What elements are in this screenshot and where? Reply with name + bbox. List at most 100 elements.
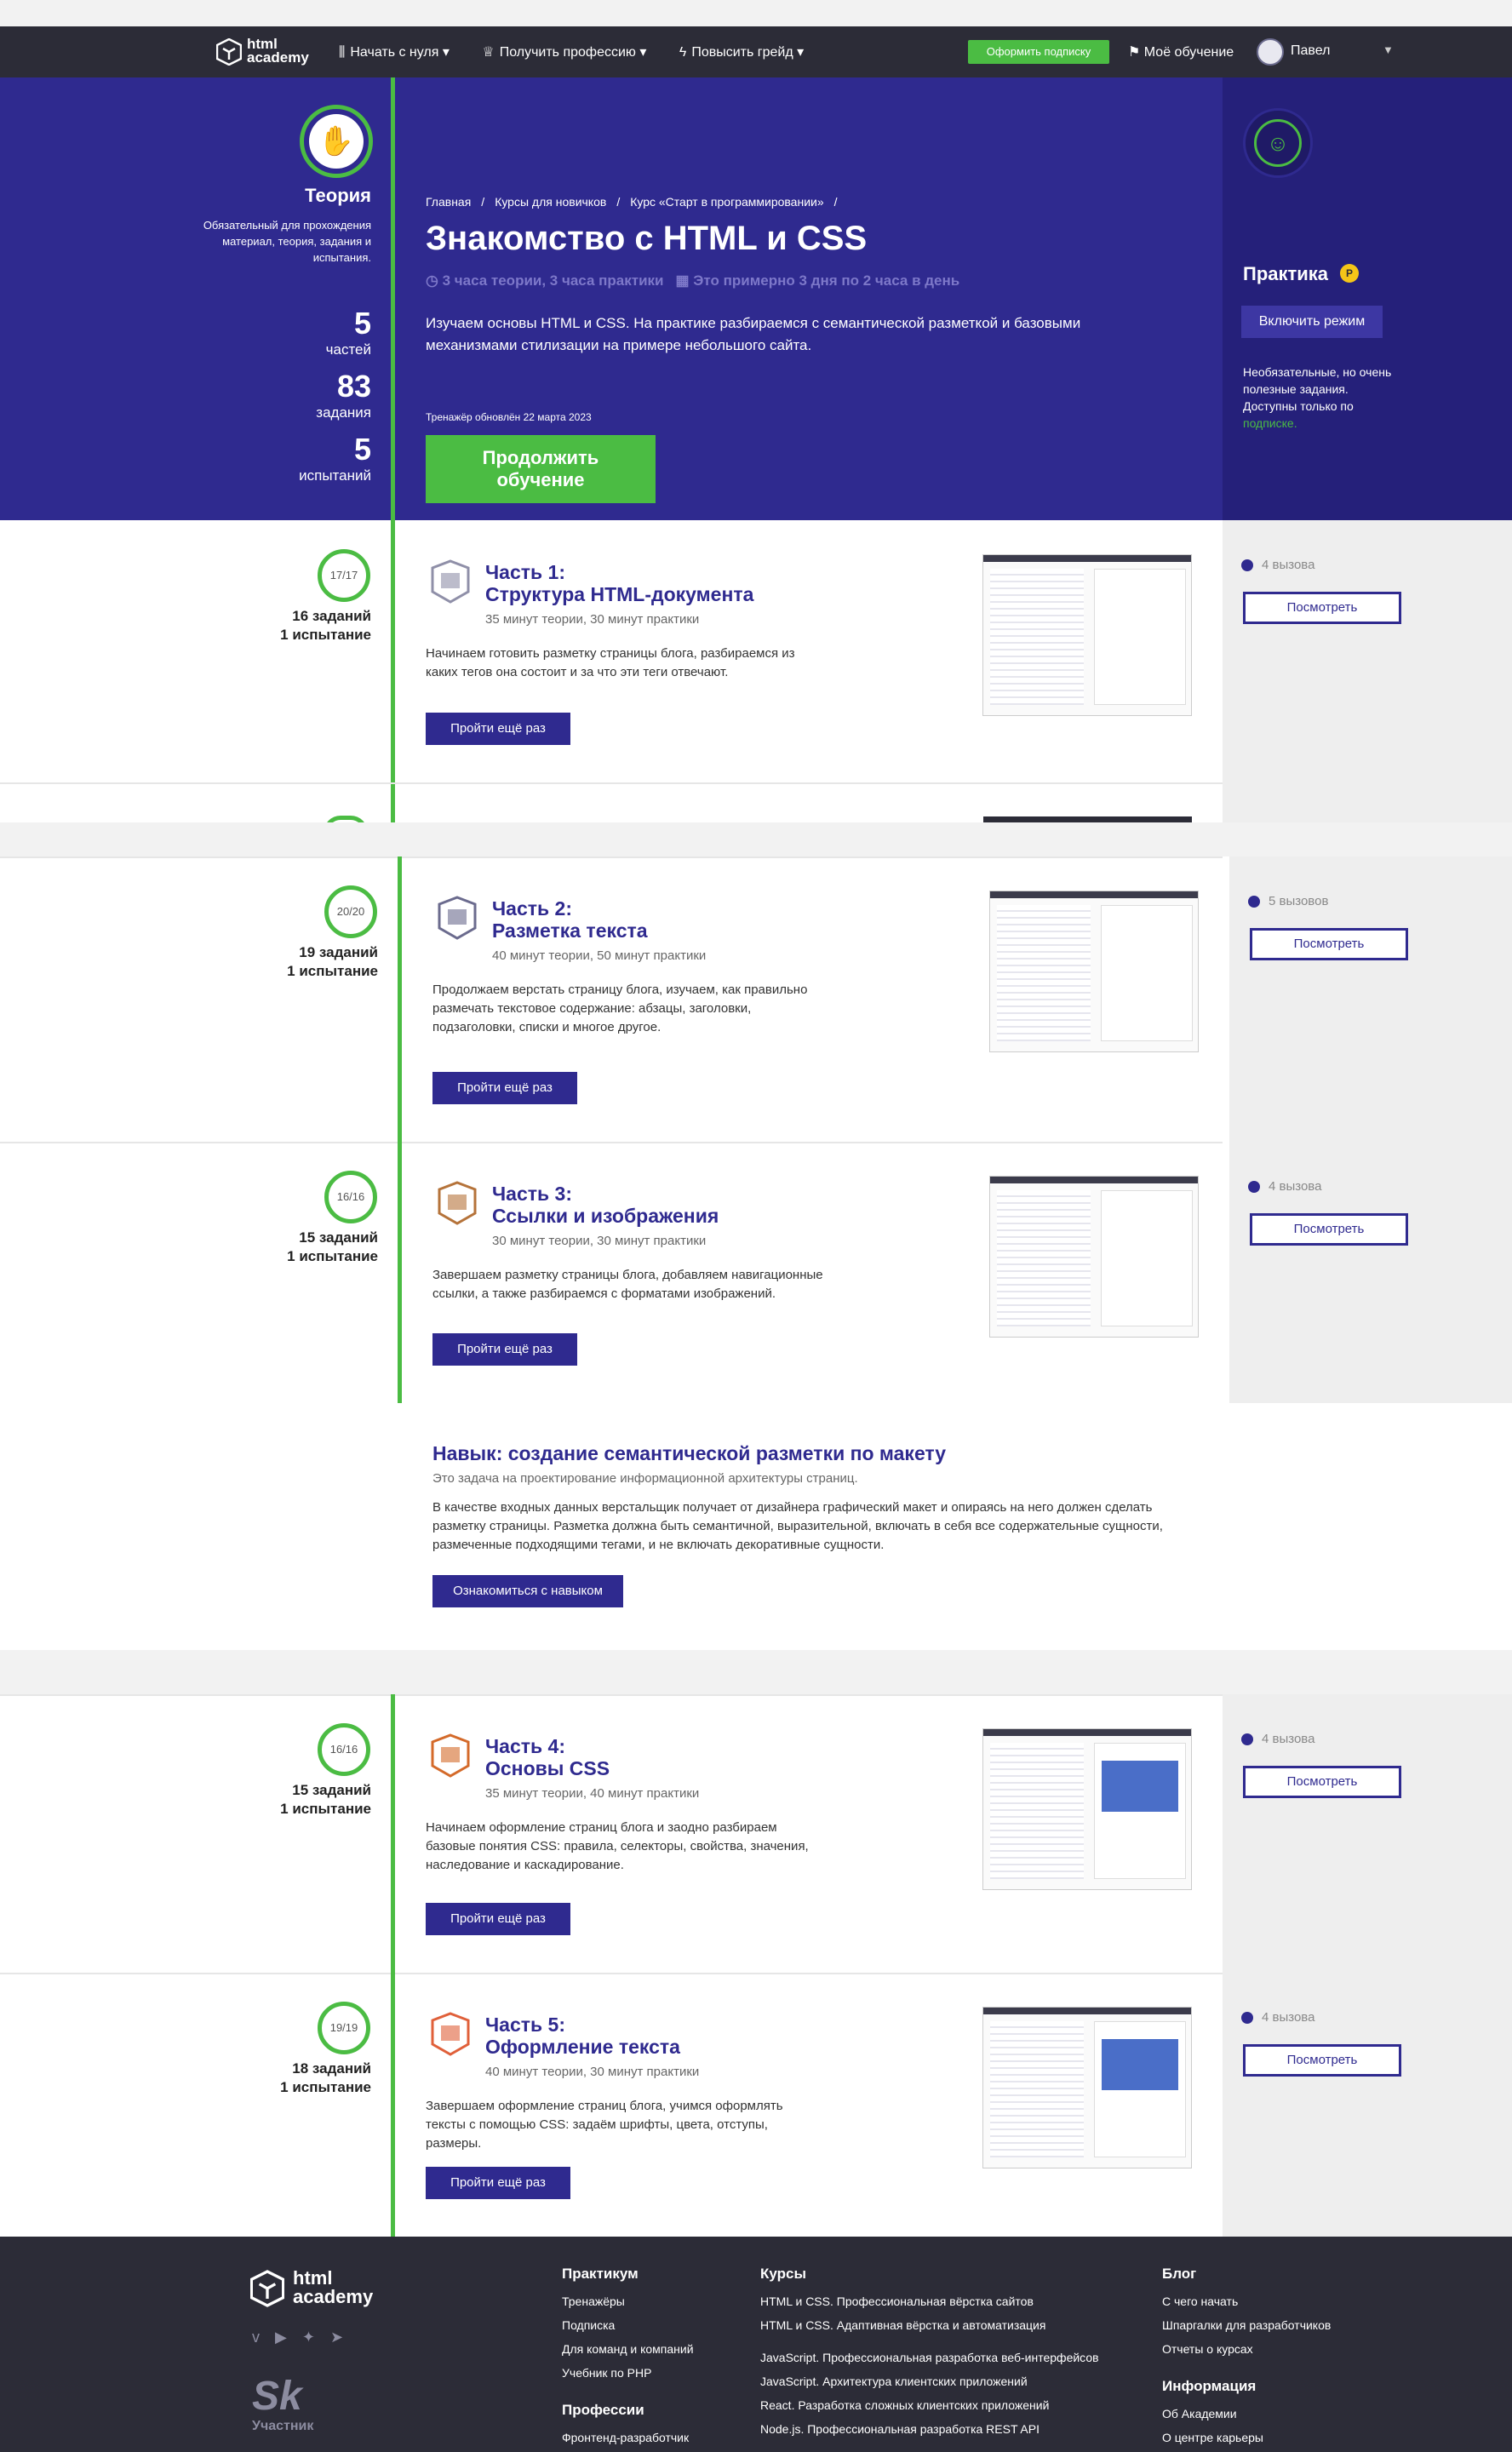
footer-blog: Блог С чего начать Шпаргалки для разрабо… bbox=[1162, 2262, 1331, 2449]
progress-line bbox=[398, 856, 402, 1142]
logo[interactable]: html academy bbox=[216, 35, 310, 69]
footer-link[interactable]: Учебник по PHP bbox=[562, 2361, 694, 2385]
footer-link[interactable]: HTML и CSS. Профессиональная вёрстка сай… bbox=[760, 2289, 1099, 2313]
part-title: Часть 3: Ссылки и изображения bbox=[492, 1183, 719, 1227]
dot-icon bbox=[1241, 559, 1253, 572]
robot-icon: ☺ bbox=[1254, 119, 1302, 167]
footer-link[interactable]: Подписка bbox=[562, 2313, 694, 2337]
tests-label: испытаний bbox=[299, 467, 371, 484]
avatar[interactable] bbox=[1257, 38, 1284, 66]
crumb-sep: / bbox=[481, 195, 485, 209]
chevron-down-icon[interactable]: ▼ bbox=[1383, 43, 1394, 56]
view-button[interactable]: Посмотреть bbox=[1250, 1213, 1408, 1246]
footer-link[interactable]: JavaScript. Архитектура клиентских прило… bbox=[760, 2369, 1099, 2393]
footer-link[interactable]: С чего начать bbox=[1162, 2289, 1331, 2313]
part-title: Часть 2: Разметка текста bbox=[492, 897, 648, 942]
footer-logo-text[interactable]: html academy bbox=[293, 2269, 395, 2306]
progress-line bbox=[391, 1694, 395, 1973]
retry-button[interactable]: Пройти ещё раз bbox=[432, 1333, 577, 1366]
tests-count: 5 bbox=[353, 432, 371, 467]
dot-icon bbox=[1241, 1733, 1253, 1746]
retry-button[interactable]: Пройти ещё раз bbox=[432, 1072, 577, 1104]
part-section: 16/16 15 заданий 1 испытание Часть 4: Осно… bbox=[0, 1694, 1512, 1973]
footer-link[interactable]: HTML и CSS. Адаптивная вёрстка и автомат… bbox=[760, 2313, 1099, 2337]
enable-practice-button[interactable]: Включить режим bbox=[1241, 306, 1383, 338]
bars-icon: ⫼ bbox=[339, 45, 346, 60]
skill-button[interactable]: Ознакомиться с навыком bbox=[432, 1575, 623, 1607]
twitter-icon[interactable]: ✦ bbox=[302, 2329, 330, 2346]
part-screenshot[interactable] bbox=[982, 2007, 1192, 2168]
part-stats: 19 заданий 1 испытание bbox=[287, 944, 378, 979]
menu-start[interactable]: ⫼ Начать с нуля ▾ bbox=[339, 45, 450, 60]
part-badge-icon bbox=[438, 896, 477, 940]
retry-button[interactable]: Пройти ещё раз bbox=[426, 2167, 570, 2199]
hand-icon: ✋ bbox=[309, 114, 364, 169]
calls-count: 4 вызова bbox=[1241, 558, 1314, 572]
footer-practicum: Практикум Тренажёры Подписка Для команд … bbox=[562, 2262, 694, 2449]
footer-heading: Информация bbox=[1162, 2378, 1257, 2394]
divider bbox=[0, 782, 1223, 784]
theory-ring: ✋ bbox=[300, 105, 373, 178]
footer: html academy v▶✦➤ Sk Участник Практикум … bbox=[0, 2237, 1512, 2452]
menu-grade[interactable]: ϟ Повысить грейд ▾ bbox=[679, 45, 804, 60]
footer-heading: Курсы bbox=[760, 2266, 806, 2282]
footer-heading: Профессии bbox=[562, 2402, 644, 2418]
part-screenshot[interactable] bbox=[982, 1728, 1192, 1890]
view-button[interactable]: Посмотреть bbox=[1243, 2044, 1401, 2077]
top-nav: html academy ⫼ Начать с нуля ▾ ♕ Получить … bbox=[0, 26, 1512, 77]
crumb-home[interactable]: Главная bbox=[426, 195, 471, 209]
part-stats: 18 заданий 1 испытание bbox=[280, 2060, 371, 2095]
footer-link[interactable]: О центре карьеры bbox=[1162, 2426, 1331, 2449]
part-title: Часть 1: Структура HTML-документа bbox=[485, 561, 754, 605]
footer-heading: Блог bbox=[1162, 2266, 1197, 2282]
footer-link[interactable]: Тренажёры bbox=[562, 2289, 694, 2313]
part-section: 17/17 16 заданий 1 испытание Часть 1: Стру… bbox=[0, 520, 1512, 782]
view-button[interactable]: Посмотреть bbox=[1243, 592, 1401, 624]
youtube-icon[interactable]: ▶ bbox=[275, 2329, 302, 2346]
part-description: Начинаем готовить разметку страницы блог… bbox=[426, 646, 795, 679]
crumb-sep: / bbox=[616, 195, 621, 209]
logo-icon bbox=[216, 38, 242, 66]
progress-line bbox=[398, 1142, 402, 1403]
skill-subtitle: Это задача на проектирование информацион… bbox=[432, 1471, 858, 1486]
crumb-course[interactable]: Курс «Старт в программировании» bbox=[630, 195, 823, 209]
divider bbox=[0, 856, 1223, 858]
part-screenshot[interactable] bbox=[982, 554, 1192, 716]
footer-link[interactable]: Отчеты о курсах bbox=[1162, 2337, 1331, 2361]
skolkovo-logo: Sk bbox=[252, 2374, 302, 2419]
footer-link[interactable]: JavaScript. Профессиональная разработка … bbox=[760, 2346, 1099, 2369]
my-learning-link[interactable]: ⚑ Моё обучение bbox=[1128, 43, 1234, 60]
skill-title: Навык: создание семантической разметки п… bbox=[432, 1442, 947, 1464]
view-button[interactable]: Посмотреть bbox=[1250, 928, 1408, 960]
part-screenshot[interactable] bbox=[989, 891, 1199, 1052]
part-stats: 15 заданий 1 испытание bbox=[287, 1229, 378, 1264]
user-name[interactable]: Павел bbox=[1291, 43, 1330, 59]
retry-button[interactable]: Пройти ещё раз bbox=[426, 713, 570, 745]
part-description: Завершаем оформление страниц блога, учим… bbox=[426, 2099, 783, 2151]
telegram-icon[interactable]: ➤ bbox=[330, 2329, 358, 2346]
footer-link[interactable]: React. Разработка сложных клиентских при… bbox=[760, 2393, 1099, 2417]
part-screenshot[interactable] bbox=[989, 1176, 1199, 1338]
footer-link[interactable]: Шпаргалки для разработчиков bbox=[1162, 2313, 1331, 2337]
footer-link[interactable]: Для команд и компаний bbox=[562, 2337, 694, 2361]
crumb-beginners[interactable]: Курсы для новичков bbox=[495, 195, 606, 209]
progress-ring: 20/20 bbox=[324, 885, 377, 938]
subscribe-button[interactable]: Оформить подписку bbox=[968, 40, 1109, 64]
progress-line bbox=[391, 520, 395, 782]
part-title: Часть 5: Оформление текста bbox=[485, 2014, 680, 2058]
subscription-link[interactable]: подписке. bbox=[1243, 416, 1297, 430]
footer-link[interactable]: Об Академии bbox=[1162, 2402, 1331, 2426]
social-icons: v▶✦➤ bbox=[252, 2329, 358, 2346]
progress-line bbox=[391, 77, 395, 520]
menu-profession[interactable]: ♕ Получить профессию ▾ bbox=[482, 45, 646, 60]
footer-link[interactable]: Node.js. Профессиональная разработка RES… bbox=[760, 2417, 1099, 2441]
course-intro: Изучаем основы HTML и CSS. На практике р… bbox=[426, 315, 1081, 353]
progress-line bbox=[391, 1973, 395, 2237]
retry-button[interactable]: Пройти ещё раз bbox=[426, 1903, 570, 1935]
vk-icon[interactable]: v bbox=[252, 2329, 275, 2346]
section-gap bbox=[0, 1650, 1512, 1694]
course-meta: ◷ 3 часа теории, 3 часа практики ▦ Это пр… bbox=[426, 272, 960, 289]
view-button[interactable]: Посмотреть bbox=[1243, 1766, 1401, 1798]
footer-link[interactable]: Фронтенд-разработчик bbox=[562, 2426, 694, 2449]
continue-button[interactable]: Продолжить обучение bbox=[426, 435, 656, 503]
